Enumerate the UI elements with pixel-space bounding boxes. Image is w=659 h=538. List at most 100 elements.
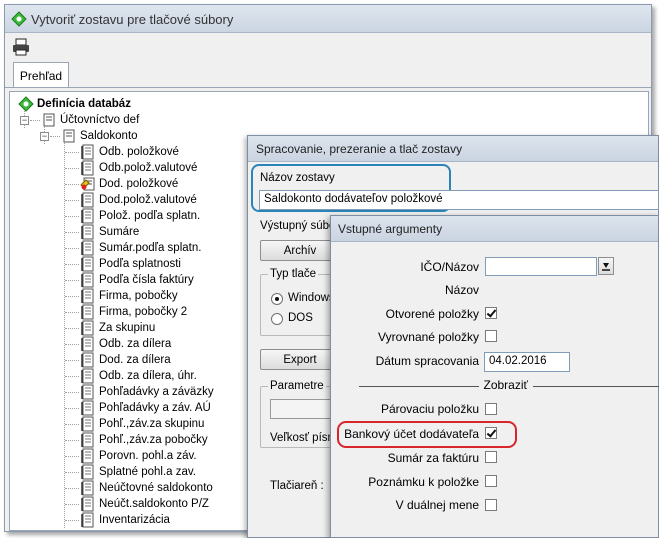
tree-item-label: Pohľadávky a záväzky xyxy=(99,386,214,398)
report-document-icon xyxy=(81,448,94,464)
radio-windows[interactable] xyxy=(271,293,283,305)
tree-item-label: Odb. za dílera, úhr. xyxy=(99,370,197,382)
tab-prehlad[interactable]: Prehľad xyxy=(13,62,69,88)
tree-root[interactable]: Definícia databáz xyxy=(18,96,131,112)
tree-item[interactable]: Dod. za dílera xyxy=(80,352,171,368)
tree-guide xyxy=(65,440,79,441)
tree-group[interactable]: Účtovníctvo def xyxy=(41,112,139,128)
report-document-icon xyxy=(81,224,94,240)
tree-item-label: Porovn. pohl.a záv. xyxy=(99,450,197,462)
processing-date-label: Dátum spracovania xyxy=(375,354,479,368)
tree-item[interactable]: Odb. za dílera, úhr. xyxy=(80,368,197,384)
tree-item-label: Sumár.podľa splatn. xyxy=(99,242,202,254)
pairing-item-label: Párovaciu položku xyxy=(380,402,479,416)
report-name-label: Názov zostavy xyxy=(260,172,335,184)
tree-item[interactable]: Podľa čísla faktúry xyxy=(80,272,194,288)
dual-currency-label: V duálnej mene xyxy=(395,498,479,512)
export-button[interactable]: Export xyxy=(260,349,340,370)
tree-item[interactable]: Neúčtovné saldokonto xyxy=(80,480,213,496)
tree-item[interactable]: Podľa splatnosti xyxy=(80,256,181,272)
tree-guide xyxy=(65,504,79,505)
invoice-sum-checkbox[interactable] xyxy=(485,451,497,463)
tree-item-label: Odb. položkové xyxy=(99,146,179,158)
window-title: Vytvoriť zostavu pre tlačové súbory xyxy=(31,12,234,27)
tree-subgroup[interactable]: Saldokonto xyxy=(61,128,138,144)
tree-item-label: Za skupinu xyxy=(99,322,156,334)
report-name-input[interactable]: Saldokonto dodávateľov položkové xyxy=(259,190,659,210)
tree-guide xyxy=(65,488,79,489)
tree-guide xyxy=(65,328,79,329)
tree-item[interactable]: Porovn. pohl.a záv. xyxy=(80,448,197,464)
radio-dos[interactable] xyxy=(271,313,283,325)
tree-item[interactable]: Firma, pobočky xyxy=(80,288,178,304)
tree-item[interactable]: Dod.polož.valutové xyxy=(80,192,197,208)
ico-dropdown-button[interactable] xyxy=(598,257,614,275)
tree-guide xyxy=(50,136,60,137)
tree-item-label: Firma, pobočky 2 xyxy=(99,306,188,318)
tree-item[interactable]: Pohľadávky a záv. AÚ xyxy=(80,400,211,416)
tree-item-label: Odb. za dílera xyxy=(99,338,172,350)
print-icon[interactable] xyxy=(11,37,31,57)
main-titlebar[interactable]: Vytvoriť zostavu pre tlačové súbory xyxy=(5,5,651,33)
printer-label: Tlačiareň : xyxy=(270,480,324,492)
tree-item[interactable]: Sumár.podľa splatn. xyxy=(80,240,201,256)
tree-item[interactable]: Pohľadávky a záväzky xyxy=(80,384,214,400)
item-note-checkbox[interactable] xyxy=(485,475,497,487)
tree-guide xyxy=(65,200,79,201)
collapse-toggle[interactable]: − xyxy=(40,132,49,141)
tree-guide xyxy=(65,152,79,153)
ico-label: IČO/Názov xyxy=(420,260,479,274)
processing-date-input[interactable]: 04.02.2016 xyxy=(484,352,570,372)
tree-item[interactable]: Odb. za dílera xyxy=(80,336,171,352)
pairing-item-checkbox[interactable] xyxy=(485,403,497,415)
tree-item[interactable]: Odb.polož.valutové xyxy=(80,160,197,176)
closed-items-checkbox[interactable] xyxy=(485,330,497,342)
arguments-dialog-titlebar[interactable]: Vstupné argumenty xyxy=(331,216,658,242)
tree-item[interactable]: Za skupinu xyxy=(80,320,155,336)
report-document-icon xyxy=(81,496,94,512)
tree-root-label: Definícia databáz xyxy=(37,98,131,110)
tree-item-label: Pohľ.,záv.za pobočky xyxy=(99,434,208,446)
tree-item[interactable]: Inventarizácia xyxy=(80,512,170,528)
tree-item[interactable]: Polož. podľa splatn. xyxy=(80,208,200,224)
bank-account-checkbox[interactable] xyxy=(485,427,497,439)
tree-item[interactable]: Pohľ.,záv.za skupinu xyxy=(80,416,204,432)
report-document-icon xyxy=(81,160,94,176)
tree-item-label: Odb.polož.valutové xyxy=(99,162,198,174)
tree-item[interactable]: Sumáre xyxy=(80,224,139,240)
tree-item-label: Splatné pohl.a zav. xyxy=(99,466,196,478)
processing-dialog-titlebar[interactable]: Spracovanie, prezeranie a tlač zostavy xyxy=(248,136,658,162)
tree-guide xyxy=(65,520,79,521)
parameters-input[interactable] xyxy=(270,399,336,419)
report-document-icon xyxy=(81,304,94,320)
tree-guide xyxy=(65,312,79,313)
tree-guide xyxy=(65,344,79,345)
tree-guide xyxy=(65,392,79,393)
tree-guide xyxy=(65,168,79,169)
tree-item[interactable]: Firma, pobočky 2 xyxy=(80,304,187,320)
collapse-toggle[interactable]: − xyxy=(20,116,29,125)
tree-group-label: Účtovníctvo def xyxy=(60,114,140,126)
open-items-checkbox[interactable] xyxy=(485,307,497,319)
radio-dos-label: DOS xyxy=(288,312,313,324)
tree-item[interactable]: Dod. položkové xyxy=(80,176,179,192)
tree-guide xyxy=(65,424,79,425)
closed-items-label: Vyrovnané položky xyxy=(378,330,479,344)
tree-guide xyxy=(64,138,65,528)
tree-guide xyxy=(65,456,79,457)
open-items-label: Otvorené položky xyxy=(385,307,479,321)
report-document-icon xyxy=(81,400,94,416)
tree-item[interactable]: Splatné pohl.a zav. xyxy=(80,464,196,480)
ico-input[interactable] xyxy=(485,257,597,276)
tree-item[interactable]: Pohľ.,záv.za pobočky xyxy=(80,432,208,448)
report-document-icon xyxy=(81,336,94,352)
tree-guide xyxy=(65,184,79,185)
tree-item[interactable]: Odb. položkové xyxy=(80,144,179,160)
report-document-icon xyxy=(81,464,94,480)
archive-button[interactable]: Archív xyxy=(260,240,340,261)
report-document-icon xyxy=(81,288,94,304)
print-type-label: Typ tlače xyxy=(268,268,319,280)
tree-item[interactable]: Neúčt.saldokonto P/Z xyxy=(80,496,209,512)
dual-currency-checkbox[interactable] xyxy=(485,499,497,511)
report-document-icon xyxy=(81,512,94,528)
